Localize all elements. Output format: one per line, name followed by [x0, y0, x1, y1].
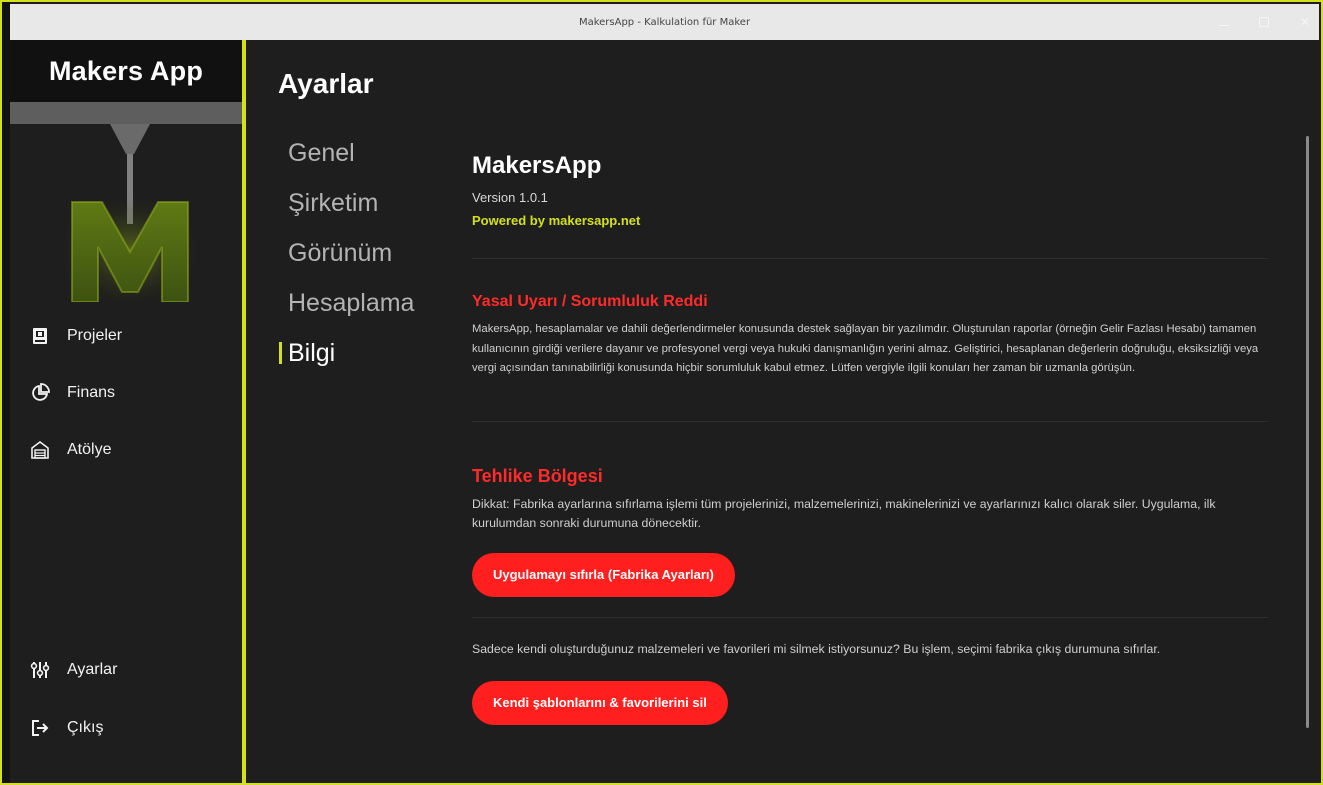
divider: [472, 420, 1268, 422]
sidebar-item-label: Ayarlar: [67, 661, 118, 678]
sidebar: Makers App Projeler Finans Atölye Ayarla…: [10, 40, 242, 783]
sidebar-item-label: Çıkış: [67, 719, 104, 736]
title-bar: MakersApp - Kalkulation für Maker ✕: [10, 4, 1319, 40]
logout-icon: [30, 718, 50, 738]
disclaimer-title: Yasal Uyarı / Sorumluluk Reddi: [472, 293, 708, 310]
sidebar-item-projeler[interactable]: Projeler: [10, 316, 242, 356]
sidebar-item-atolye[interactable]: Atölye: [10, 430, 242, 470]
settings-tab-bilgi[interactable]: Bilgi: [279, 328, 458, 378]
garage-icon: [30, 440, 50, 460]
makersapp-logo: [10, 102, 242, 302]
powered-by-link[interactable]: Powered by makersapp.net: [472, 213, 1268, 228]
sliders-icon: [30, 660, 50, 680]
sidebar-item-finans[interactable]: Finans: [10, 373, 242, 413]
maximize-icon[interactable]: [1259, 17, 1269, 27]
delete-templates-button[interactable]: Kendi şablonlarını & favorilerini sil: [472, 680, 728, 725]
danger-zone-text: Dikkat: Fabrika ayarlarına sıfırlama işl…: [472, 496, 1216, 530]
sidebar-item-label: Projeler: [67, 327, 123, 344]
window-controls: ✕: [1219, 4, 1311, 40]
divider: [472, 616, 1268, 618]
projects-icon: [30, 326, 50, 346]
settings-tab-sirketim[interactable]: Şirketim: [288, 178, 458, 228]
app-name: MakersApp: [472, 152, 602, 179]
divider: [472, 258, 1268, 259]
sidebar-item-cikis[interactable]: Çıkış: [10, 708, 242, 748]
brand-title: Makers App: [10, 40, 242, 102]
sidebar-item-ayarlar[interactable]: Ayarlar: [10, 650, 242, 690]
settings-tab-hesaplama[interactable]: Hesaplama: [288, 278, 458, 328]
window-left-edge: [2, 2, 10, 783]
scrollbar[interactable]: [1306, 136, 1309, 728]
sidebar-item-label: Finans: [67, 384, 116, 401]
pie-chart-icon: [30, 383, 50, 403]
window-title: MakersApp - Kalkulation für Maker: [578, 16, 751, 28]
app-window: MakersApp - Kalkulation für Maker ✕ Make…: [0, 0, 1323, 785]
danger-zone-title: Tehlike Bölgesi: [472, 465, 603, 486]
close-icon[interactable]: ✕: [1299, 16, 1311, 28]
settings-tab-genel[interactable]: Genel: [288, 128, 458, 178]
sidebar-item-label: Atölye: [67, 441, 112, 458]
settings-nav: Genel Şirketim Görünüm Hesaplama Bilgi: [279, 128, 458, 378]
app-version: Version 1.0.1: [472, 190, 548, 205]
minimize-icon[interactable]: [1219, 19, 1229, 26]
page-title: Ayarlar: [278, 68, 374, 99]
factory-reset-button[interactable]: Uygulamayı sıfırla (Fabrika Ayarları): [472, 552, 735, 597]
settings-tab-gorunum[interactable]: Görünüm: [288, 228, 458, 278]
delete-templates-text: Sadece kendi oluşturduğunuz malzemeleri …: [472, 641, 1161, 656]
info-panel: MakersApp Version 1.0.1 Powered by maker…: [472, 152, 1268, 725]
main-content: Ayarlar Genel Şirketim Görünüm Hesaplama…: [246, 40, 1319, 783]
disclaimer-text: MakersApp, hesaplamalar ve dahili değerl…: [472, 323, 1259, 374]
